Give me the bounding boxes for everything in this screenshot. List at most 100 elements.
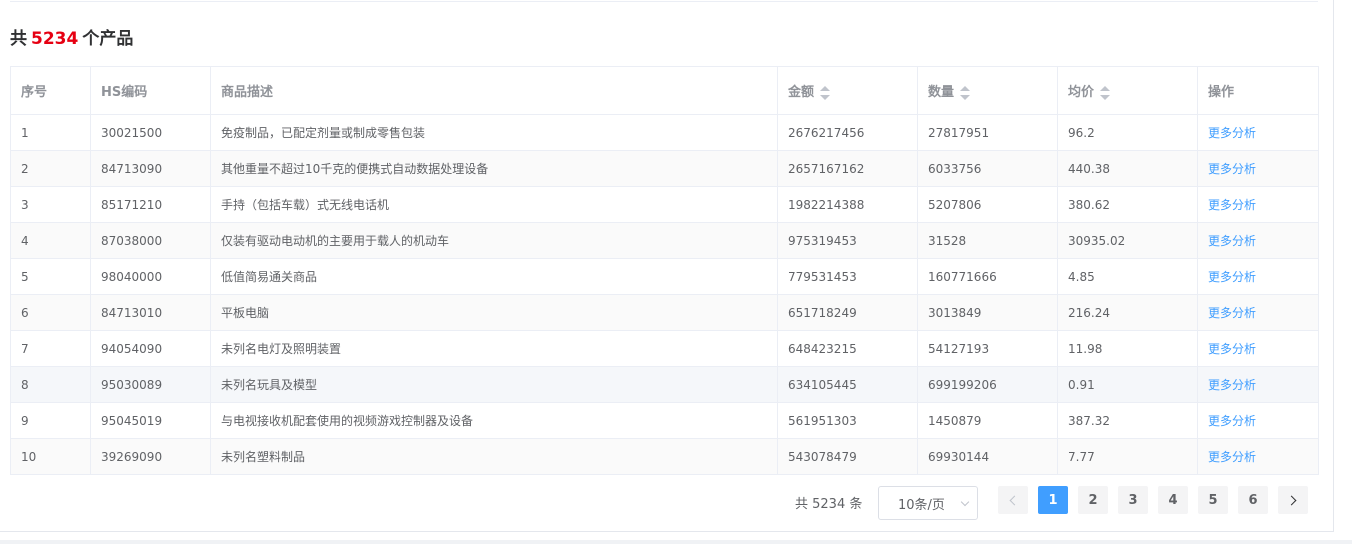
col-avg-price[interactable]: 均价 [1057,66,1198,115]
cell-index: 5 [10,258,91,295]
chevron-right-icon [1286,495,1297,505]
sort-icon[interactable] [1100,85,1111,100]
title-suffix: 个产品 [82,29,134,49]
cell-amount: 975319453 [777,222,918,259]
table-row: 8 95030089 未列名玩具及模型 634105445 699199206 0.91 更… [10,366,1319,403]
cell-avg: 0.91 [1057,366,1198,403]
cell-amount: 543078479 [777,438,918,475]
page-button-1[interactable]: 1 [1038,486,1068,514]
more-analysis-link[interactable]: 更多分析 [1208,414,1256,428]
cell-desc: 低值简易通关商品 [210,258,778,295]
col-index: 序号 [10,66,91,115]
cell-index: 2 [10,150,91,187]
more-analysis-link[interactable]: 更多分析 [1208,198,1256,212]
cell-avg: 216.24 [1057,294,1198,331]
cell-qty: 6033756 [917,150,1058,187]
cell-hs: 98040000 [90,258,211,295]
cell-avg: 11.98 [1057,330,1198,367]
table-row: 3 85171210 手持（包括车载）式无线电话机 1982214388 5207806… [10,186,1319,223]
cell-hs: 30021500 [90,114,211,151]
col-description: 商品描述 [210,66,778,115]
more-analysis-link[interactable]: 更多分析 [1208,306,1256,320]
cell-desc: 免疫制品，已配定剂量或制成零售包装 [210,114,778,151]
cell-desc: 手持（包括车载）式无线电话机 [210,186,778,223]
table-header-row: 序号 HS编码 商品描述 金额 数量 均价 操作 [10,66,1319,115]
cell-action: 更多分析 [1197,150,1319,187]
page-size-select[interactable]: 10条/页 [878,486,978,520]
more-analysis-link[interactable]: 更多分析 [1208,162,1256,176]
sort-icon[interactable] [820,85,831,100]
products-table: 序号 HS编码 商品描述 金额 数量 均价 操作 1 30021500 免疫制品，已… [10,66,1319,475]
col-avg-price-label: 均价 [1068,85,1095,100]
col-amount[interactable]: 金额 [777,66,918,115]
more-analysis-link[interactable]: 更多分析 [1208,270,1256,284]
cell-index: 4 [10,222,91,259]
page-title: 共 5234 个产品 [10,24,133,49]
cell-action: 更多分析 [1197,402,1319,439]
cell-qty: 160771666 [917,258,1058,295]
cell-avg: 380.62 [1057,186,1198,223]
more-analysis-link[interactable]: 更多分析 [1208,234,1256,248]
more-analysis-link[interactable]: 更多分析 [1208,450,1256,464]
more-analysis-link[interactable]: 更多分析 [1208,342,1256,356]
product-count: 5234 [31,29,79,49]
cell-action: 更多分析 [1197,186,1319,223]
cell-qty: 1450879 [917,402,1058,439]
cell-amount: 1982214388 [777,186,918,223]
page-button-3[interactable]: 3 [1118,486,1148,514]
cell-hs: 95030089 [90,366,211,403]
cell-desc: 平板电脑 [210,294,778,331]
cell-amount: 779531453 [777,258,918,295]
col-quantity[interactable]: 数量 [917,66,1058,115]
cell-desc: 未列名电灯及照明装置 [210,330,778,367]
divider [0,540,1352,544]
page-button-2[interactable]: 2 [1078,486,1108,514]
page-button-5[interactable]: 5 [1198,486,1228,514]
cell-amount: 651718249 [777,294,918,331]
cell-desc: 未列名玩具及模型 [210,366,778,403]
cell-index: 6 [10,294,91,331]
col-quantity-label: 数量 [928,85,955,100]
cell-action: 更多分析 [1197,438,1319,475]
cell-avg: 440.38 [1057,150,1198,187]
table-row: 1 30021500 免疫制品，已配定剂量或制成零售包装 2676217456 2781… [10,114,1319,151]
cell-amount: 561951303 [777,402,918,439]
cell-avg: 387.32 [1057,402,1198,439]
cell-avg: 96.2 [1057,114,1198,151]
page-button-4[interactable]: 4 [1158,486,1188,514]
table-row: 10 39269090 未列名塑料制品 543078479 69930144 7.77 更多… [10,438,1319,475]
cell-amount: 634105445 [777,366,918,403]
cell-amount: 2676217456 [777,114,918,151]
cell-action: 更多分析 [1197,114,1319,151]
page-button-6[interactable]: 6 [1238,486,1268,514]
cell-action: 更多分析 [1197,330,1319,367]
cell-hs: 95045019 [90,402,211,439]
cell-avg: 4.85 [1057,258,1198,295]
cell-qty: 31528 [917,222,1058,259]
sort-icon[interactable] [960,85,971,100]
cell-hs: 94054090 [90,330,211,367]
cell-action: 更多分析 [1197,222,1319,259]
cell-index: 10 [10,438,91,475]
cell-index: 8 [10,366,91,403]
table-row: 9 95045019 与电视接收机配套使用的视频游戏控制器及设备 561951303 1… [10,402,1319,439]
next-page-button[interactable] [1278,486,1308,514]
table-row: 2 84713090 其他重量不超过10千克的便携式自动数据处理设备 26571671… [10,150,1319,187]
cell-desc: 仅装有驱动电动机的主要用于载人的机动车 [210,222,778,259]
content-panel: 共 5234 个产品 序号 HS编码 商品描述 金额 数量 均价 操作 1 30021… [0,0,1334,532]
cell-qty: 3013849 [917,294,1058,331]
prev-page-button[interactable] [998,486,1028,514]
cell-index: 3 [10,186,91,223]
more-analysis-link[interactable]: 更多分析 [1208,126,1256,140]
cell-desc: 未列名塑料制品 [210,438,778,475]
more-analysis-link[interactable]: 更多分析 [1208,378,1256,392]
cell-index: 7 [10,330,91,367]
cell-qty: 699199206 [917,366,1058,403]
cell-hs: 84713090 [90,150,211,187]
chevron-down-icon [960,497,970,507]
cell-hs: 85171210 [90,186,211,223]
page-size-value: 10条/页 [898,497,945,513]
cell-index: 9 [10,402,91,439]
cell-desc: 与电视接收机配套使用的视频游戏控制器及设备 [210,402,778,439]
cell-amount: 2657167162 [777,150,918,187]
